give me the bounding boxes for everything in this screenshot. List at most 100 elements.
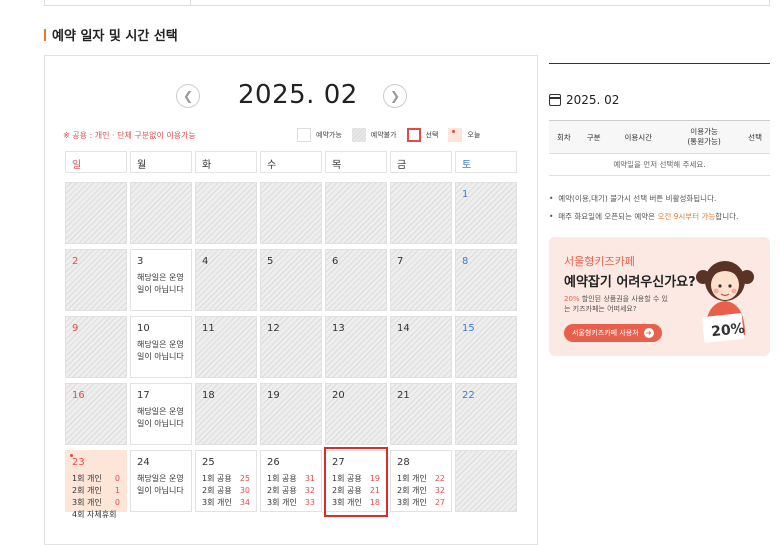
- slot-label: 2회 공용: [267, 486, 297, 495]
- kids-cafe-locations-button[interactable]: 서울형키즈카페 사용처 ➜: [564, 324, 662, 342]
- banner-desc-text: 할인된 상품권을 사용할 수 있는 키즈카페는 어떠세요?: [564, 295, 668, 313]
- day-cell-22: 22: [455, 383, 517, 445]
- note-item: • 예약(이용,대기) 불가시 선택 버튼 비활성화됩니다.: [549, 194, 717, 203]
- closed-message: 해당일은 운영일이 아닙니다: [137, 340, 184, 361]
- day-cell-17: 17 해당일은 운영일이 아닙니다: [130, 383, 192, 445]
- day-number: 11: [202, 323, 215, 334]
- slot-count: 32: [434, 486, 445, 495]
- banner-title: 예약잡기 어려우신가요?: [564, 275, 696, 290]
- sidebar-month: 2025. 02: [549, 93, 619, 107]
- sidebar-month-label: 2025. 02: [566, 93, 620, 107]
- col-round: 회차: [549, 120, 579, 154]
- day-cell-2: 2: [65, 249, 127, 311]
- arrow-right-icon: ➜: [643, 328, 654, 338]
- day-number: 7: [397, 256, 404, 267]
- empty-day-cell: [390, 182, 452, 244]
- day-cell-23[interactable]: 23 1회 개인 0 2회 개인 1 3회 개인 0 4회 자체휴회: [65, 450, 127, 519]
- legend-unavailable: 예약불가: [351, 128, 397, 142]
- slot-row: 2회 개인 32: [397, 485, 445, 497]
- slot-label: 3회 개인: [267, 498, 297, 507]
- col-select: 선택: [740, 120, 770, 154]
- girl-illustration: 20%: [696, 261, 754, 343]
- slot-count: 27: [434, 498, 445, 507]
- slot-row: 3회 개인 33: [267, 497, 315, 509]
- slot-row: 3회 개인 27: [397, 497, 445, 509]
- day-cell-11: 11: [195, 316, 257, 378]
- calendar-panel: ❮ 2025. 02 ❯ ※ 공용 : 개인 · 단체 구분없이 이용가능 예약…: [44, 55, 538, 545]
- calendar-legend: 예약가능 예약불가 선택 오늘: [297, 128, 490, 142]
- day-number: 27: [332, 457, 345, 468]
- empty-day-cell: [195, 182, 257, 244]
- day-cell-28[interactable]: 28 1회 개인 22 2회 개인 32 3회 개인 27: [390, 450, 452, 512]
- day-cell-12: 12: [260, 316, 322, 378]
- day-number: 26: [267, 457, 280, 468]
- day-number: 4: [202, 256, 209, 267]
- chevron-left-icon: ❮: [182, 89, 194, 103]
- day-number: 13: [332, 323, 345, 334]
- calendar-grid: 1 2 3 해당일은 운영일이 아닙니다 4 5 6 7 8 9 10 해당일은 운영일이 아닙니다 1…: [65, 182, 517, 519]
- slot-label: 1회 개인: [397, 474, 427, 483]
- next-month-button[interactable]: ❯: [383, 84, 407, 108]
- prev-month-button[interactable]: ❮: [176, 84, 200, 108]
- empty-day-cell: [325, 182, 387, 244]
- slot-count: 1: [114, 486, 120, 495]
- day-cell-5: 5: [260, 249, 322, 311]
- day-number: 16: [72, 390, 85, 401]
- slot-label: 3회 개인: [72, 498, 102, 507]
- day-number: 12: [267, 323, 280, 334]
- note-item: • 매주 화요일에 오픈되는 예약은 오전 9시부터 가능합니다.: [549, 212, 739, 221]
- empty-day-cell: [65, 182, 127, 244]
- slot-count: 19: [369, 474, 380, 483]
- legend-swatch-unavailable: [351, 128, 366, 142]
- day-cell-6: 6: [325, 249, 387, 311]
- day-number: 18: [202, 390, 215, 401]
- day-number: 28: [397, 457, 410, 468]
- slot-count: 0: [114, 474, 120, 483]
- weekday-fri: 금: [390, 151, 452, 173]
- day-cell-8: 8: [455, 249, 517, 311]
- chevron-right-icon: ❯: [389, 89, 401, 103]
- slot-count: 18: [369, 498, 380, 507]
- slot-label: 2회 공용: [202, 486, 232, 495]
- slot-label: 1회 공용: [202, 474, 232, 483]
- legend-label: 오늘: [467, 131, 481, 139]
- day-cell-26[interactable]: 26 1회 공용 31 2회 공용 32 3회 개인 33: [260, 450, 322, 512]
- day-cell-9: 9: [65, 316, 127, 378]
- weekday-sat: 토: [455, 151, 517, 173]
- slot-row: 1회 공용 19: [332, 473, 380, 485]
- empty-day-cell: [455, 450, 517, 512]
- slot-count: 21: [369, 486, 380, 495]
- day-number: 8: [462, 256, 469, 267]
- slot-row: 2회 공용 30: [202, 485, 250, 497]
- note-text: 매주 화요일에 오픈되는 예약은: [558, 212, 658, 221]
- slot-count: 34: [239, 498, 250, 507]
- slot-row: 3회 개인 34: [202, 497, 250, 509]
- slot-count: 0: [114, 498, 120, 507]
- empty-day-cell: [130, 182, 192, 244]
- day-cell-25[interactable]: 25 1회 공용 25 2회 공용 30 3회 개인 34: [195, 450, 257, 512]
- section-title: 예약 일자 및 시간 선택: [44, 25, 178, 44]
- slot-label: 3회 개인: [332, 498, 362, 507]
- day-number: 21: [397, 390, 410, 401]
- day-cell-1: 1: [455, 182, 517, 244]
- day-number: 24: [137, 457, 150, 468]
- slot-label: 4회 자체휴회: [72, 510, 117, 519]
- day-number: 14: [397, 323, 410, 334]
- kids-cafe-banner[interactable]: 서울형키즈카페 예약잡기 어려우신가요? 20% 할인된 상품권을 사용할 수 …: [549, 237, 770, 356]
- slot-count: 31: [304, 474, 315, 483]
- top-tab-bar: [44, 0, 770, 6]
- slot-row: 1회 개인 22: [397, 473, 445, 485]
- slot-row: 1회 공용 25: [202, 473, 250, 485]
- slot-label: 2회 공용: [332, 486, 362, 495]
- sidebar-top-rule: [549, 63, 770, 64]
- day-number: 3: [137, 256, 144, 267]
- day-cell-15: 15: [455, 316, 517, 378]
- day-number: 22: [462, 390, 475, 401]
- day-cell-27[interactable]: 27 1회 공용 19 2회 공용 21 3회 개인 18: [324, 447, 388, 517]
- day-cell-3: 3 해당일은 운영일이 아닙니다: [130, 249, 192, 311]
- current-month: 2025. 02: [238, 80, 358, 110]
- legend-swatch-selected: [406, 128, 421, 142]
- weekday-thu: 목: [325, 151, 387, 173]
- slot-count: 33: [304, 498, 315, 507]
- day-cell-19: 19: [260, 383, 322, 445]
